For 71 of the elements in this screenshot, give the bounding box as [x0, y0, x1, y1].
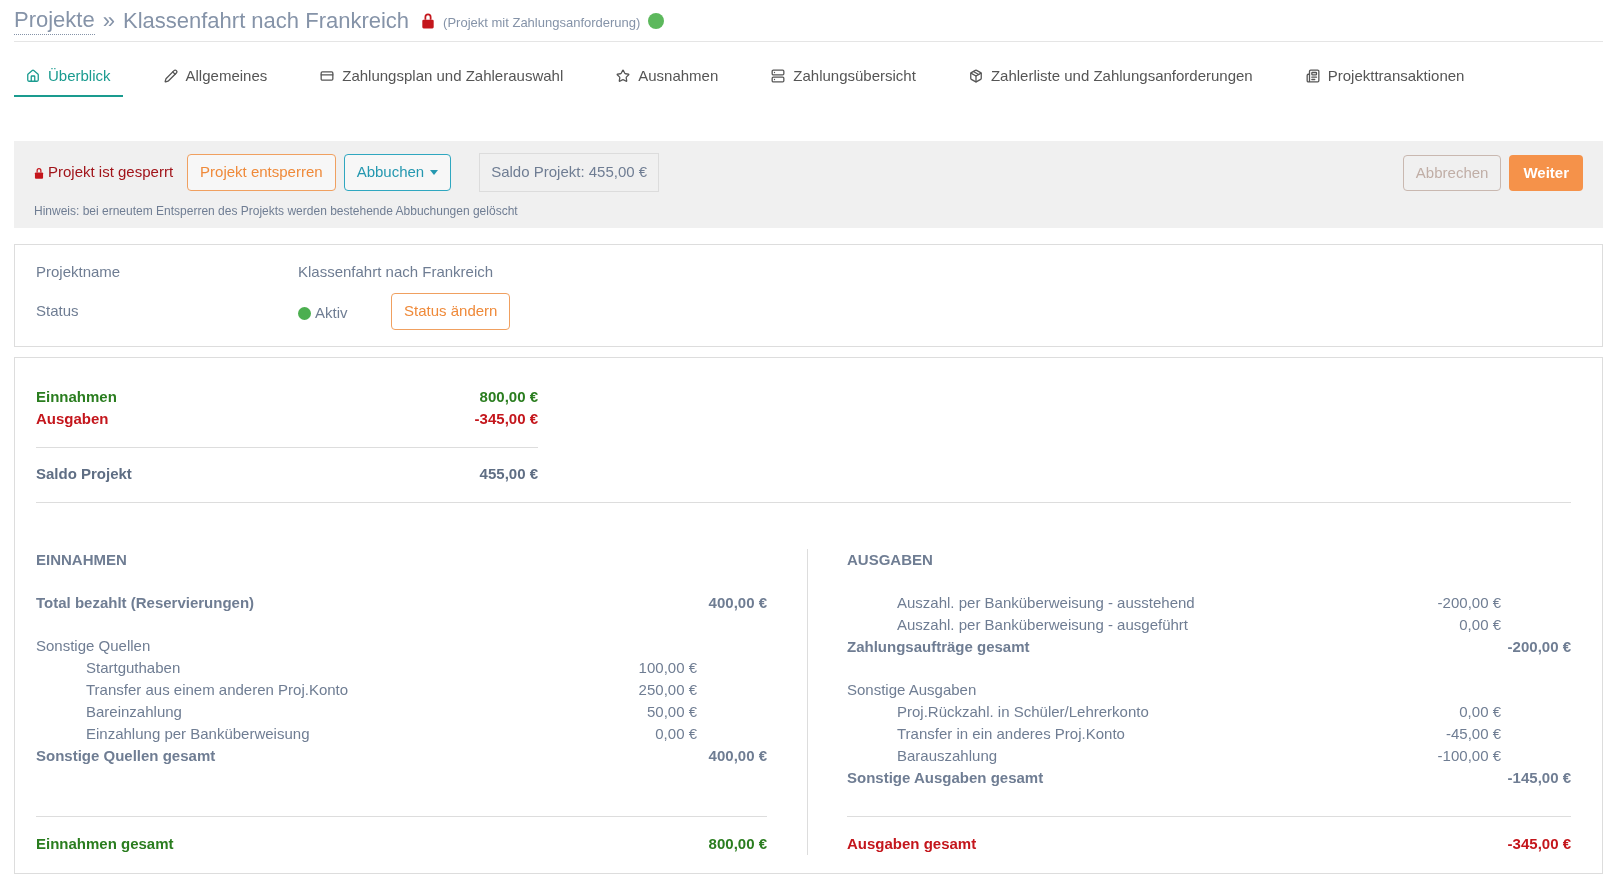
star-icon: [616, 69, 631, 83]
balance-badge: Saldo Projekt: 455,00 €: [479, 153, 660, 192]
total-label: Zahlungsaufträge gesamt: [847, 637, 1030, 658]
total-label: Total bezahlt (Reservierungen): [36, 593, 255, 614]
breadcrumb-link[interactable]: Projekte: [14, 6, 95, 35]
book-dropdown-button[interactable]: Abbuchen: [343, 154, 452, 191]
total-value: 400,00 €: [708, 746, 767, 767]
summary-label: Einnahmen: [36, 386, 117, 407]
line-value: 0,00 €: [1459, 702, 1501, 723]
summary-value: -345,00 €: [474, 408, 538, 429]
server-icon: [771, 69, 786, 83]
project-note: (Projekt mit Zahlungsanforderung): [443, 13, 641, 32]
summary-value: 800,00 €: [479, 386, 538, 407]
unlock-button[interactable]: Projekt entsperren: [187, 154, 336, 191]
summary-label: Saldo Projekt: [36, 464, 132, 484]
line-label: Transfer aus einem anderen Proj.Konto: [86, 680, 349, 701]
summary-value: 455,00 €: [479, 464, 538, 484]
caret-icon: [430, 170, 439, 175]
line-label: Transfer in ein anderes Proj.Konto: [897, 724, 1125, 745]
field-value: Klassenfahrt nach Frankreich: [298, 261, 494, 282]
line-label: Einzahlung per Banküberweisung: [86, 724, 310, 745]
next-button[interactable]: Weiter: [1509, 155, 1583, 191]
credit-card-icon: [320, 69, 335, 83]
tab[interactable]: Zahlerliste und Zahlungsanforderungen: [956, 57, 1265, 97]
group-label: Sonstige Ausgaben: [847, 680, 977, 701]
tab[interactable]: Zahlungsübersicht: [759, 57, 928, 97]
pencil-icon: [163, 69, 178, 83]
grand-total-value: -345,00 €: [1507, 833, 1571, 854]
newspaper-icon: [1305, 69, 1320, 83]
section-heading: AUSGABEN: [847, 549, 934, 570]
breadcrumb-separator: »: [102, 7, 115, 35]
total-value: -200,00 €: [1507, 637, 1571, 658]
page-title: Klassenfahrt nach Frankreich: [122, 7, 410, 35]
lock-icon: [34, 166, 44, 179]
line-label: Bareinzahlung: [86, 702, 182, 723]
line-value: 0,00 €: [1459, 615, 1501, 636]
line-value: -200,00 €: [1437, 593, 1501, 614]
total-label: Sonstige Ausgaben gesamt: [847, 768, 1044, 789]
home-icon: [26, 69, 40, 83]
box-icon: [968, 69, 983, 83]
line-value: 50,00 €: [646, 702, 697, 723]
line-label: Proj.Rückzahl. in Schüler/Lehrerkonto: [897, 702, 1149, 723]
total-label: Sonstige Quellen gesamt: [36, 746, 216, 767]
field-label: Projektname: [36, 261, 122, 282]
total-value: -145,00 €: [1507, 768, 1571, 789]
grand-total-label: Einnahmen gesamt: [36, 833, 174, 854]
tab[interactable]: Überblick: [14, 57, 123, 97]
hint-text: Hinweis: bei erneutem Entsperren des Projekts werden bestehende Abbuchungen gelöscht: [34, 203, 519, 220]
line-value: 100,00 €: [638, 658, 697, 679]
grand-total-value: 800,00 €: [708, 833, 767, 854]
line-value: 250,00 €: [638, 680, 697, 701]
line-value: 0,00 €: [655, 724, 697, 745]
line-label: Auszahl. per Banküberweisung - ausstehend: [897, 593, 1195, 614]
change-status-button[interactable]: Status ändern: [391, 293, 511, 330]
line-value: -45,00 €: [1445, 724, 1501, 745]
tab[interactable]: Zahlungsplan und Zahlerauswahl: [308, 57, 576, 97]
line-label: Auszahl. per Banküberweisung - ausgeführt: [897, 615, 1188, 636]
group-label: Sonstige Quellen: [36, 636, 151, 657]
field-label: Status: [36, 301, 80, 322]
total-value: 400,00 €: [708, 593, 767, 614]
section-heading: EINNAHMEN: [36, 549, 128, 570]
tab[interactable]: Allgemeines: [151, 57, 280, 97]
line-label: Startguthaben: [86, 658, 181, 679]
grand-total-label: Ausgaben gesamt: [847, 833, 977, 854]
tab[interactable]: Ausnahmen: [604, 57, 731, 97]
lock-status: Projekt ist gesperrt: [48, 162, 174, 183]
summary-label: Ausgaben: [36, 408, 109, 429]
line-label: Barauszahlung: [897, 746, 998, 767]
status-value: Aktiv: [315, 303, 348, 324]
line-value: -100,00 €: [1437, 746, 1501, 767]
tab[interactable]: Projekttransaktionen: [1293, 57, 1477, 97]
